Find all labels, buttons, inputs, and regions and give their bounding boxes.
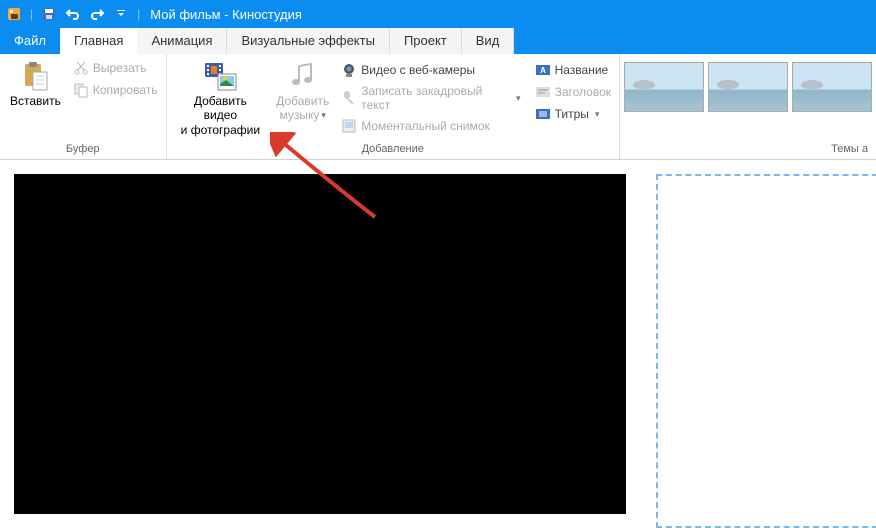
snapshot-icon [341, 118, 357, 134]
snapshot-label: Моментальный снимок [361, 119, 489, 133]
credits-icon [535, 106, 551, 122]
credits-button[interactable]: Титры ▾ [531, 104, 615, 124]
quick-access-toolbar: | | [0, 4, 142, 24]
group-buffer: Вставить Вырезать Копировать Буфер [0, 54, 167, 159]
cut-label: Вырезать [93, 61, 146, 75]
timeline-dropzone[interactable] [656, 174, 876, 528]
tab-effects[interactable]: Визуальные эффекты [227, 28, 389, 54]
tab-project[interactable]: Проект [390, 28, 462, 54]
undo-icon[interactable] [63, 4, 83, 24]
narration-button: Записать закадровый текст ▾ [337, 82, 524, 114]
theme-thumbnail[interactable] [624, 62, 704, 112]
title-label: Название [555, 63, 609, 77]
credits-label: Титры [555, 107, 589, 121]
tab-view[interactable]: Вид [462, 28, 515, 54]
ribbon-tabs: Файл Главная Анимация Визуальные эффекты… [0, 28, 876, 54]
narration-label: Записать закадровый текст [361, 84, 510, 112]
theme-thumbnail[interactable] [708, 62, 788, 112]
svg-text:A: A [540, 66, 546, 75]
tab-home[interactable]: Главная [60, 28, 137, 54]
snapshot-button: Моментальный снимок [337, 116, 524, 136]
chevron-down-icon: ▾ [516, 93, 521, 104]
header-label: Заголовок [555, 85, 611, 99]
group-add: Добавить видео и фотографии Добавить муз… [167, 54, 621, 159]
tab-file[interactable]: Файл [0, 28, 60, 54]
paste-label: Вставить [10, 94, 61, 108]
webcam-icon [341, 62, 357, 78]
webcam-label: Видео с веб-камеры [361, 63, 475, 77]
group-themes-label: Темы а [624, 141, 872, 159]
copy-icon [73, 82, 89, 98]
webcam-button[interactable]: Видео с веб-камеры [337, 60, 524, 80]
title-button[interactable]: A Название [531, 60, 615, 80]
header-button: Заголовок [531, 82, 615, 102]
qat-dropdown-icon[interactable] [111, 4, 131, 24]
group-themes: Темы а [620, 54, 876, 159]
add-video-icon [204, 60, 236, 92]
ribbon: Вставить Вырезать Копировать Буфер [0, 54, 876, 160]
titlebar: | | Мой фильм - Киностудия [0, 0, 876, 28]
add-video-label-1: Добавить видео [177, 94, 265, 123]
add-video-button[interactable]: Добавить видео и фотографии [171, 56, 271, 137]
redo-icon[interactable] [87, 4, 107, 24]
video-preview[interactable] [14, 174, 626, 514]
paste-button[interactable]: Вставить [4, 56, 67, 108]
group-add-label: Добавление [171, 141, 616, 159]
paste-icon [19, 60, 51, 92]
add-music-label-1: Добавить [276, 94, 329, 108]
add-video-label-2: и фотографии [181, 123, 260, 137]
workspace [0, 160, 876, 526]
mic-icon [341, 90, 357, 106]
save-icon[interactable] [39, 4, 59, 24]
theme-thumbnail[interactable] [792, 62, 872, 112]
copy-button: Копировать [69, 80, 162, 100]
add-music-icon [287, 60, 319, 92]
header-icon [535, 84, 551, 100]
chevron-down-icon: ▾ [595, 109, 600, 120]
add-music-button[interactable]: Добавить музыку▾ [270, 56, 335, 123]
window-title: Мой фильм - Киностудия [150, 7, 302, 22]
add-music-label-2: музыку [280, 108, 320, 122]
app-icon[interactable] [4, 4, 24, 24]
group-buffer-label: Буфер [4, 141, 162, 159]
cut-icon [73, 60, 89, 76]
title-icon: A [535, 62, 551, 78]
copy-label: Копировать [93, 83, 158, 97]
tab-animation[interactable]: Анимация [137, 28, 227, 54]
cut-button: Вырезать [69, 58, 162, 78]
chevron-down-icon: ▾ [321, 110, 326, 121]
